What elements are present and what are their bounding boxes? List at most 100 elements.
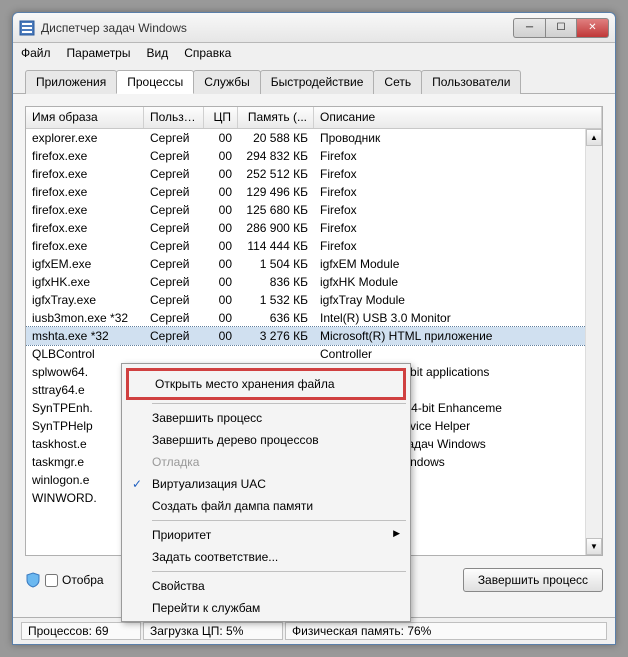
table-row[interactable]: firefox.exeСергей00286 900 КБFirefox — [26, 219, 602, 237]
ctx-separator — [152, 403, 406, 404]
show-all-checkbox[interactable] — [45, 574, 58, 587]
maximize-button[interactable]: ☐ — [545, 18, 577, 38]
status-processes: Процессов: 69 — [21, 622, 141, 640]
ctx-separator — [152, 520, 406, 521]
cell-cpu: 00 — [204, 329, 238, 343]
cell-desc: Firefox — [314, 167, 602, 181]
task-manager-window: Диспетчер задач Windows ─ ☐ ✕ Файл Парам… — [12, 12, 616, 645]
close-button[interactable]: ✕ — [577, 18, 609, 38]
menu-help[interactable]: Справка — [184, 46, 231, 60]
scroll-up-button[interactable]: ▲ — [586, 129, 602, 146]
tab-processes[interactable]: Процессы — [116, 70, 194, 94]
cell-cpu: 00 — [204, 149, 238, 163]
cell-user: Сергей — [144, 203, 204, 217]
minimize-button[interactable]: ─ — [513, 18, 545, 38]
col-user[interactable]: Пользо... — [144, 107, 204, 128]
table-row[interactable]: firefox.exeСергей00294 832 КБFirefox — [26, 147, 602, 165]
ctx-separator — [152, 571, 406, 572]
tab-applications[interactable]: Приложения — [25, 70, 117, 94]
col-description[interactable]: Описание — [314, 107, 602, 128]
cell-desc: Firefox — [314, 239, 602, 253]
menu-file[interactable]: Файл — [21, 46, 51, 60]
tab-users[interactable]: Пользователи — [421, 70, 521, 94]
shield-icon — [25, 572, 41, 588]
app-icon — [19, 20, 35, 36]
ctx-set-affinity[interactable]: Задать соответствие... — [124, 546, 408, 568]
col-memory[interactable]: Память (... — [238, 107, 314, 128]
cell-desc: igfxHK Module — [314, 275, 602, 289]
col-cpu[interactable]: ЦП — [204, 107, 238, 128]
window-controls: ─ ☐ ✕ — [513, 18, 609, 38]
cell-cpu: 00 — [204, 185, 238, 199]
table-row[interactable]: igfxTray.exeСергей001 532 КБigfxTray Mod… — [26, 291, 602, 309]
cell-cpu: 00 — [204, 311, 238, 325]
scroll-down-button[interactable]: ▼ — [586, 538, 602, 555]
cell-img: firefox.exe — [26, 203, 144, 217]
cell-user: Сергей — [144, 329, 204, 343]
col-image-name[interactable]: Имя образа — [26, 107, 144, 128]
cell-mem: 129 496 КБ — [238, 185, 314, 199]
ctx-priority[interactable]: Приоритет▶ — [124, 524, 408, 546]
cell-desc: Проводник — [314, 131, 602, 145]
cell-mem: 125 680 КБ — [238, 203, 314, 217]
cell-desc: Firefox — [314, 203, 602, 217]
cell-cpu: 00 — [204, 131, 238, 145]
window-title: Диспетчер задач Windows — [41, 21, 513, 35]
cell-user: Сергей — [144, 131, 204, 145]
tab-network[interactable]: Сеть — [373, 70, 422, 94]
ctx-create-dump[interactable]: Создать файл дампа памяти — [124, 495, 408, 517]
table-row[interactable]: firefox.exeСергей00252 512 КБFirefox — [26, 165, 602, 183]
cell-desc: Intel(R) USB 3.0 Monitor — [314, 311, 602, 325]
cell-mem: 20 588 КБ — [238, 131, 314, 145]
cell-mem: 286 900 КБ — [238, 221, 314, 235]
cell-user: Сергей — [144, 221, 204, 235]
cell-cpu: 00 — [204, 293, 238, 307]
menu-view[interactable]: Вид — [146, 46, 168, 60]
table-row[interactable]: igfxHK.exeСергей00836 КБigfxHK Module — [26, 273, 602, 291]
table-row[interactable]: igfxEM.exeСергей001 504 КБigfxEM Module — [26, 255, 602, 273]
table-row[interactable]: firefox.exeСергей00125 680 КБFirefox — [26, 201, 602, 219]
ctx-go-to-services[interactable]: Перейти к службам — [124, 597, 408, 619]
cell-mem: 3 276 КБ — [238, 329, 314, 343]
table-row[interactable]: QLBControl Controller — [26, 345, 602, 363]
titlebar[interactable]: Диспетчер задач Windows ─ ☐ ✕ — [13, 13, 615, 43]
cell-img: firefox.exe — [26, 239, 144, 253]
cell-cpu: 00 — [204, 221, 238, 235]
cell-cpu: 00 — [204, 275, 238, 289]
cell-img: explorer.exe — [26, 131, 144, 145]
cell-desc: Firefox — [314, 149, 602, 163]
cell-desc: Microsoft(R) HTML приложение — [314, 329, 602, 343]
ctx-uac-virtualization[interactable]: ✓Виртуализация UAC — [124, 473, 408, 495]
table-row[interactable]: firefox.exeСергей00114 444 КБFirefox — [26, 237, 602, 255]
table-row[interactable]: firefox.exeСергей00129 496 КБFirefox — [26, 183, 602, 201]
tab-bar: Приложения Процессы Службы Быстродействи… — [13, 63, 615, 94]
cell-desc: Controller — [314, 347, 602, 361]
ctx-open-file-location[interactable]: Открыть место хранения файла — [126, 368, 406, 400]
context-menu: Открыть место хранения файла Завершить п… — [121, 363, 411, 622]
table-row[interactable]: explorer.exeСергей0020 588 КБПроводник — [26, 129, 602, 147]
cell-user: Сергей — [144, 311, 204, 325]
cell-desc: igfxEM Module — [314, 257, 602, 271]
cell-img: QLBControl — [26, 347, 144, 361]
cell-img: igfxHK.exe — [26, 275, 144, 289]
tab-performance[interactable]: Быстродействие — [260, 70, 375, 94]
cell-img: igfxEM.exe — [26, 257, 144, 271]
end-process-button[interactable]: Завершить процесс — [463, 568, 603, 592]
menubar: Файл Параметры Вид Справка — [13, 43, 615, 63]
menu-options[interactable]: Параметры — [67, 46, 131, 60]
cell-img: firefox.exe — [26, 185, 144, 199]
cell-img: igfxTray.exe — [26, 293, 144, 307]
ctx-end-process[interactable]: Завершить процесс — [124, 407, 408, 429]
ctx-debug: Отладка — [124, 451, 408, 473]
table-row[interactable]: iusb3mon.exe *32Сергей00636 КБIntel(R) U… — [26, 309, 602, 327]
chevron-right-icon: ▶ — [393, 528, 400, 539]
ctx-end-process-tree[interactable]: Завершить дерево процессов — [124, 429, 408, 451]
cell-user: Сергей — [144, 275, 204, 289]
cell-user: Сергей — [144, 185, 204, 199]
cell-img: firefox.exe — [26, 149, 144, 163]
vertical-scrollbar[interactable]: ▲ ▼ — [585, 129, 602, 555]
tab-services[interactable]: Службы — [193, 70, 260, 94]
ctx-properties[interactable]: Свойства — [124, 575, 408, 597]
table-row[interactable]: mshta.exe *32Сергей003 276 КБMicrosoft(R… — [26, 327, 602, 345]
show-all-label: Отобра — [62, 573, 104, 587]
